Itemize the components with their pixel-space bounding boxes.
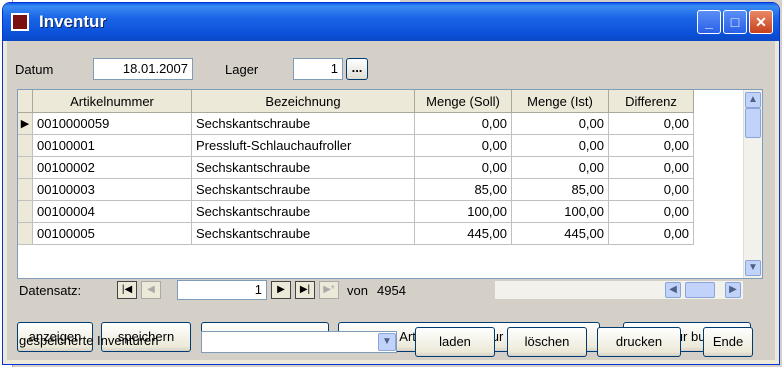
- column-header-artikelnummer[interactable]: Artikelnummer: [32, 90, 192, 113]
- row-selector[interactable]: [18, 200, 33, 223]
- row-selector[interactable]: [18, 222, 33, 245]
- record-label: Datensatz:: [19, 283, 82, 298]
- cell-artikelnummer[interactable]: 00100001: [32, 134, 192, 157]
- cell-menge-ist[interactable]: 0,00: [511, 156, 609, 179]
- inventory-grid[interactable]: Artikelnummer Bezeichnung Menge (Soll) M…: [17, 89, 763, 279]
- table-row[interactable]: 00100005 Sechskantschraube 445,00 445,00…: [18, 222, 694, 245]
- cell-artikelnummer[interactable]: 00100004: [32, 200, 192, 223]
- cell-menge-ist[interactable]: 445,00: [511, 222, 609, 245]
- cell-differenz[interactable]: 0,00: [608, 200, 694, 223]
- cell-menge-soll[interactable]: 0,00: [414, 134, 512, 157]
- column-header-bezeichnung[interactable]: Bezeichnung: [191, 90, 415, 113]
- date-field[interactable]: 18.01.2007: [93, 58, 193, 80]
- cell-differenz[interactable]: 0,00: [608, 222, 694, 245]
- cell-menge-soll[interactable]: 85,00: [414, 178, 512, 201]
- new-record-icon[interactable]: ▶*: [319, 281, 339, 299]
- close-button[interactable]: ✕: [749, 10, 773, 34]
- saved-inventories-label: gespeicherte Inventuren: [19, 333, 159, 348]
- cell-artikelnummer[interactable]: 0010000059: [32, 112, 192, 135]
- cell-menge-soll[interactable]: 445,00: [414, 222, 512, 245]
- drucken-button[interactable]: drucken: [597, 327, 681, 357]
- inventur-window: Inventur _ □ ✕ Datum 18.01.2007 Lager 1 …: [2, 2, 780, 365]
- cell-differenz[interactable]: 0,00: [608, 112, 694, 135]
- loeschen-button[interactable]: löschen: [507, 327, 587, 357]
- cell-bezeichnung[interactable]: Pressluft-Schlauchaufroller: [191, 134, 415, 157]
- cell-bezeichnung[interactable]: Sechskantschraube: [191, 178, 415, 201]
- table-row[interactable]: 00100003 Sechskantschraube 85,00 85,00 0…: [18, 178, 694, 201]
- scroll-down-icon[interactable]: ▼: [745, 260, 761, 276]
- date-label: Datum: [15, 62, 54, 77]
- record-number-field[interactable]: 1: [177, 280, 267, 300]
- chevron-down-icon[interactable]: ▼: [378, 333, 396, 351]
- next-record-icon[interactable]: ▶: [271, 281, 291, 299]
- table-row[interactable]: 00100001 Pressluft-Schlauchaufroller 0,0…: [18, 134, 694, 157]
- last-record-icon[interactable]: ▶|: [295, 281, 315, 299]
- table-header-row: Artikelnummer Bezeichnung Menge (Soll) M…: [18, 90, 694, 113]
- scroll-left-icon[interactable]: ◀: [665, 282, 681, 298]
- row-selector-header: [18, 90, 33, 113]
- horizontal-scroll-thumb[interactable]: [685, 282, 715, 298]
- record-of-label: von: [347, 283, 368, 298]
- first-record-icon[interactable]: |◀: [117, 281, 137, 299]
- window-title: Inventur: [39, 12, 107, 31]
- cell-menge-soll[interactable]: 0,00: [414, 156, 512, 179]
- app-icon: [11, 13, 29, 31]
- grid-vertical-scrollbar[interactable]: ▲ ▼: [743, 90, 762, 278]
- cell-menge-ist[interactable]: 0,00: [511, 134, 609, 157]
- table-row[interactable]: ▶ 0010000059 Sechskantschraube 0,00 0,00…: [18, 112, 694, 135]
- column-header-differenz[interactable]: Differenz: [608, 90, 694, 113]
- cell-menge-ist[interactable]: 85,00: [511, 178, 609, 201]
- laden-button[interactable]: laden: [415, 327, 495, 357]
- maximize-button[interactable]: □: [723, 10, 747, 34]
- previous-record-icon[interactable]: ◀: [141, 281, 161, 299]
- scroll-up-icon[interactable]: ▲: [745, 92, 761, 108]
- cell-artikelnummer[interactable]: 00100003: [32, 178, 192, 201]
- cell-bezeichnung[interactable]: Sechskantschraube: [191, 156, 415, 179]
- lager-browse-button[interactable]: ...: [346, 58, 368, 80]
- cell-menge-ist[interactable]: 0,00: [511, 112, 609, 135]
- record-total: 4954: [377, 283, 406, 298]
- minimize-button[interactable]: _: [697, 10, 721, 34]
- cell-bezeichnung[interactable]: Sechskantschraube: [191, 222, 415, 245]
- row-selector[interactable]: [18, 178, 33, 201]
- cell-differenz[interactable]: 0,00: [608, 156, 694, 179]
- cell-menge-ist[interactable]: 100,00: [511, 200, 609, 223]
- grid-horizontal-scrollbar[interactable]: ◀ ▶: [495, 281, 743, 299]
- saved-inventories-select[interactable]: [201, 331, 397, 353]
- row-selector[interactable]: [18, 156, 33, 179]
- scroll-thumb[interactable]: [745, 108, 761, 138]
- row-selector[interactable]: ▶: [18, 112, 33, 135]
- cell-menge-soll[interactable]: 100,00: [414, 200, 512, 223]
- cell-bezeichnung[interactable]: Sechskantschraube: [191, 112, 415, 135]
- title-bar[interactable]: Inventur _ □ ✕: [3, 3, 779, 41]
- inventory-table: Artikelnummer Bezeichnung Menge (Soll) M…: [18, 90, 694, 245]
- cell-bezeichnung[interactable]: Sechskantschraube: [191, 200, 415, 223]
- scroll-right-icon[interactable]: ▶: [725, 282, 741, 298]
- table-row[interactable]: 00100002 Sechskantschraube 0,00 0,00 0,0…: [18, 156, 694, 179]
- cell-differenz[interactable]: 0,00: [608, 134, 694, 157]
- lager-field[interactable]: 1: [293, 58, 343, 80]
- record-navigator: Datensatz: |◀ ◀ 1 ▶ ▶| ▶* von 4954 ◀ ▶: [17, 279, 763, 301]
- column-header-menge-soll[interactable]: Menge (Soll): [414, 90, 512, 113]
- client-area: Datum 18.01.2007 Lager 1 ... Artikelnumm…: [7, 41, 775, 360]
- ende-button[interactable]: Ende: [703, 327, 753, 357]
- cell-menge-soll[interactable]: 0,00: [414, 112, 512, 135]
- table-row[interactable]: 00100004 Sechskantschraube 100,00 100,00…: [18, 200, 694, 223]
- cell-artikelnummer[interactable]: 00100005: [32, 222, 192, 245]
- cell-differenz[interactable]: 0,00: [608, 178, 694, 201]
- row-selector[interactable]: [18, 134, 33, 157]
- lager-label: Lager: [225, 62, 259, 77]
- column-header-menge-ist[interactable]: Menge (Ist): [511, 90, 609, 113]
- cell-artikelnummer[interactable]: 00100002: [32, 156, 192, 179]
